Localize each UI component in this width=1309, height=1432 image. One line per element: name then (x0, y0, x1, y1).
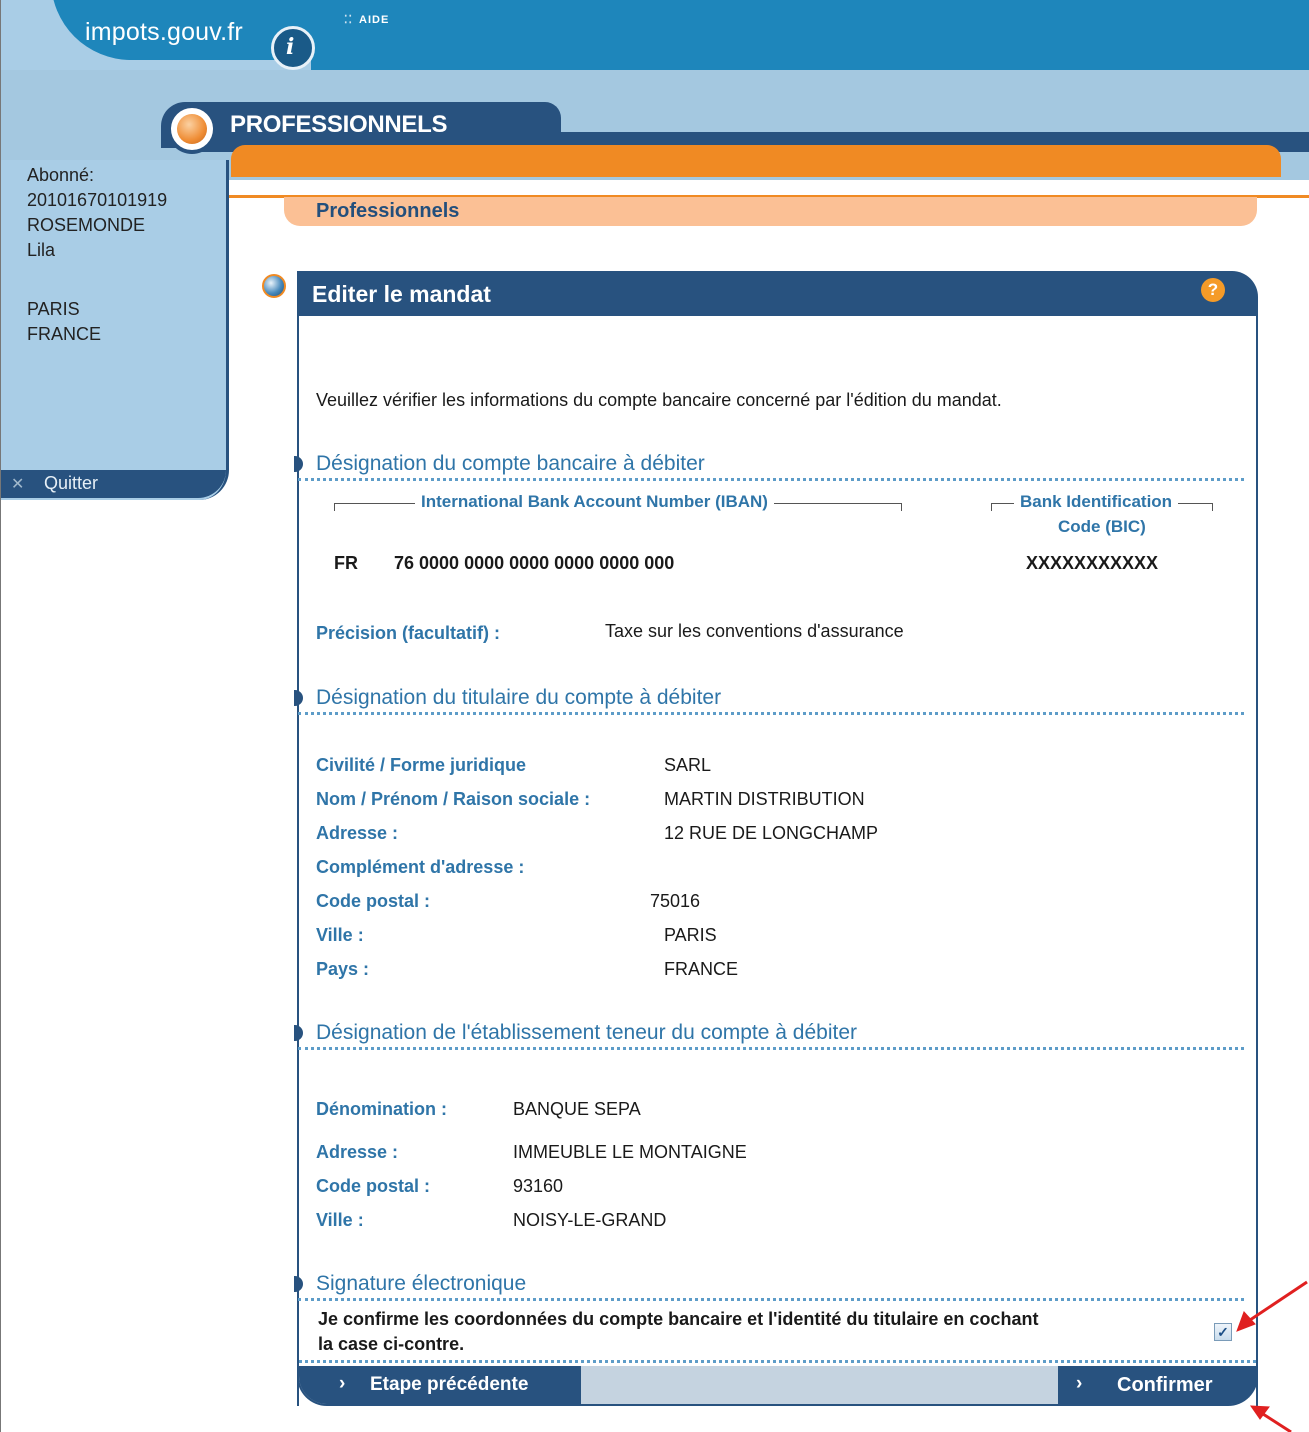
annotation-arrow-checkbox (1236, 1280, 1308, 1332)
annotation-arrow-confirm (1250, 1405, 1292, 1432)
annotation-arrows (1236, 1280, 1308, 1432)
